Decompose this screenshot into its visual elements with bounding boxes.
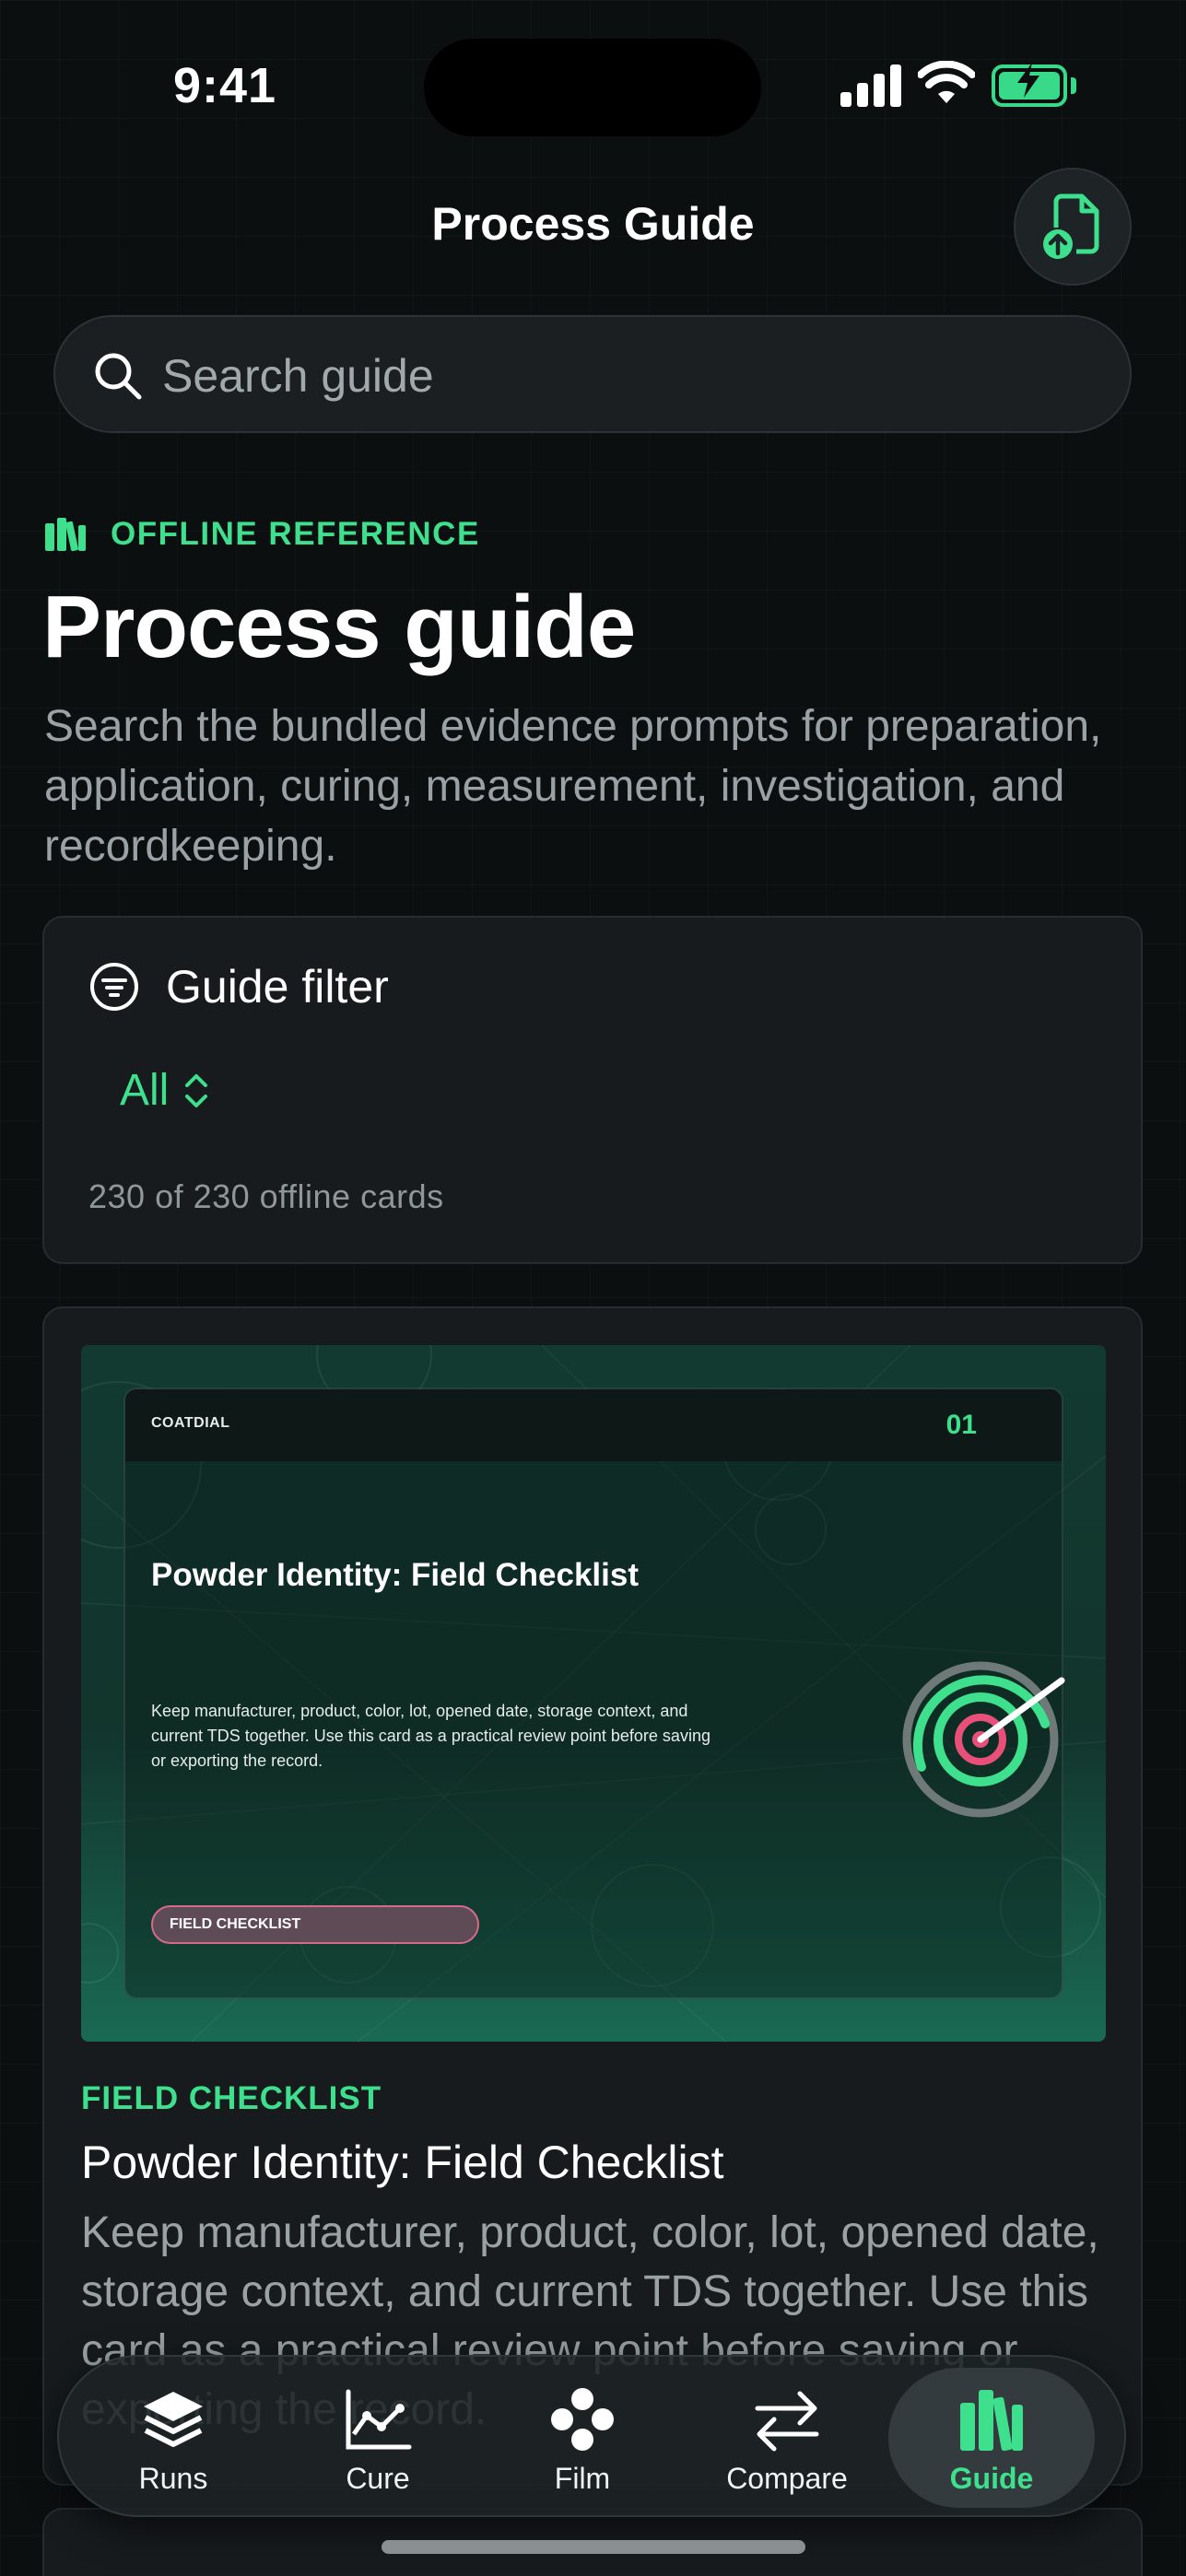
search-input[interactable] — [162, 339, 1084, 413]
search-bar[interactable] — [53, 315, 1132, 433]
tab-compare[interactable]: Compare — [684, 2368, 890, 2508]
card-tag: FIELD CHECKLIST — [81, 2080, 382, 2116]
target-gauge-icon — [902, 1661, 1065, 1818]
search-icon — [95, 353, 142, 400]
status-bar: 9:41 — [0, 0, 1186, 175]
tab-label: Runs — [138, 2462, 208, 2495]
dynamic-island — [424, 39, 761, 136]
tab-cure[interactable]: Cure — [275, 2368, 481, 2508]
filter-select[interactable]: All — [120, 1065, 211, 1116]
tab-label: Film — [554, 2462, 611, 2495]
tab-label: Cure — [346, 2462, 410, 2495]
card-hero-image: COATDIAL 01 Powder Identity: Field Check… — [81, 1345, 1106, 2042]
upload-document-button[interactable] — [1014, 168, 1132, 286]
document-upload-icon — [1043, 193, 1099, 259]
home-indicator — [382, 2540, 805, 2554]
hero-body: Keep manufacturer, product, color, lot, … — [151, 1702, 710, 1770]
battery-icon — [992, 63, 1076, 107]
chevron-up-down-icon — [185, 1073, 208, 1107]
tab-guide[interactable]: Guide — [888, 2368, 1095, 2508]
arrows-icon — [755, 2391, 819, 2452]
wifi-icon — [918, 61, 975, 103]
hero-title: Powder Identity: Field Checklist — [151, 1557, 639, 1593]
hero-brand: COATDIAL — [151, 1415, 230, 1431]
page-description: Search the bundled evidence prompts for … — [44, 702, 1102, 871]
line-chart-icon — [346, 2389, 412, 2450]
card-title: Powder Identity: Field Checklist — [81, 2137, 724, 2188]
hero-card-number: 01 — [945, 1410, 977, 1440]
status-time: 9:41 — [173, 58, 277, 113]
filter-header: Guide filter — [88, 960, 389, 1013]
books-icon — [45, 518, 86, 552]
tab-label: Guide — [949, 2462, 1034, 2495]
nav-title: Process Guide — [431, 198, 755, 250]
eyebrow-label: OFFLINE REFERENCE — [111, 516, 480, 552]
filter-icon — [90, 963, 138, 1011]
layers-icon — [144, 2392, 203, 2447]
page-title: Process guide — [42, 578, 636, 676]
hero-pill: FIELD CHECKLIST — [151, 1905, 479, 1944]
filter-selected-value: All — [120, 1066, 170, 1115]
hero-slide: COATDIAL 01 Powder Identity: Field Check… — [123, 1388, 1065, 1999]
tab-film[interactable]: Film — [479, 2368, 686, 2508]
dots-icon — [551, 2388, 614, 2451]
tab-bar: Runs Cure Film Compare Guide — [57, 2355, 1126, 2517]
books-icon — [960, 2390, 1023, 2452]
cellular-signal-icon — [840, 64, 901, 107]
filter-title: Guide filter — [166, 961, 389, 1013]
hero-pill-label: FIELD CHECKLIST — [170, 1916, 301, 1932]
tab-runs[interactable]: Runs — [70, 2368, 276, 2508]
section-eyebrow: OFFLINE REFERENCE — [44, 514, 480, 555]
tab-label: Compare — [726, 2462, 848, 2495]
guide-card[interactable]: COATDIAL 01 Powder Identity: Field Check… — [42, 1306, 1143, 2486]
filter-count: 230 of 230 offline cards — [88, 1177, 444, 1215]
hero-slide-header — [125, 1389, 1062, 1461]
guide-filter-card: Guide filter All 230 of 230 offline card… — [42, 916, 1143, 1264]
